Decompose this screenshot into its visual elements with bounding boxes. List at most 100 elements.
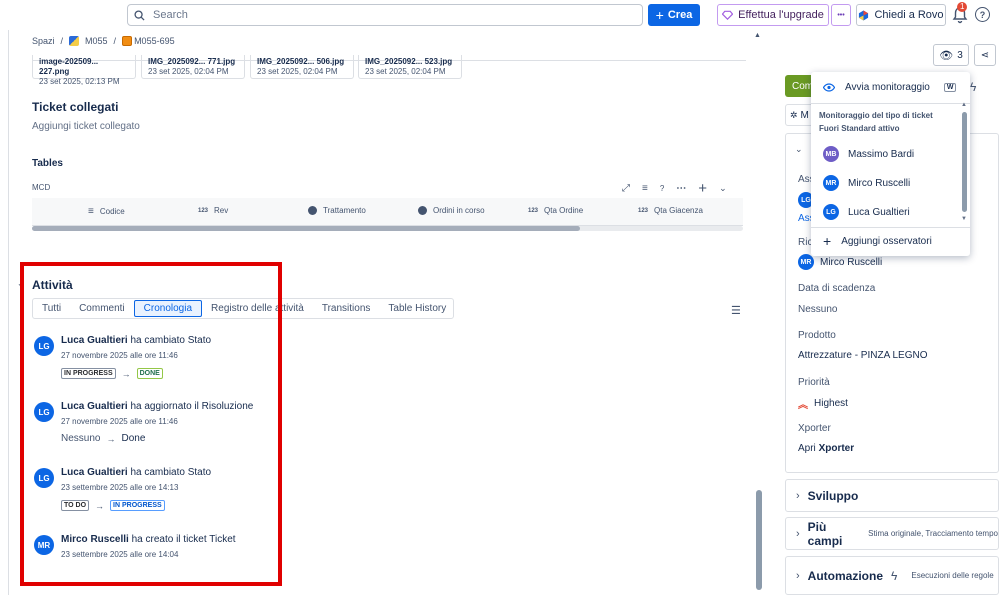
highlight-box bbox=[20, 262, 282, 586]
attachment-card[interactable]: IMG_2025092... 506.jpg 23 set 2025, 02:04… bbox=[250, 55, 354, 79]
chevron-down-icon[interactable]: ⌄ bbox=[795, 144, 803, 155]
main-scroll-up-arrow[interactable]: ▲ bbox=[754, 32, 761, 39]
reporter-name: Mirco Ruscelli bbox=[820, 256, 883, 268]
avatar: LG bbox=[823, 204, 839, 220]
start-watching-item[interactable]: Avvia monitoraggio W bbox=[811, 72, 970, 102]
attachment-card[interactable]: IMG_2025092... 771.jpg 23 set 2025, 02:04… bbox=[141, 55, 245, 79]
project-icon bbox=[69, 36, 80, 46]
help-icon[interactable]: ? bbox=[975, 7, 990, 22]
chevron-down-icon[interactable]: ⌄ bbox=[719, 183, 727, 194]
column-header-trattamento[interactable]: Trattamento bbox=[308, 206, 366, 215]
filter-icon[interactable]: ≡ bbox=[642, 183, 648, 194]
tab-transitions[interactable]: Transitions bbox=[313, 299, 380, 318]
column-header-codice[interactable]: ≡ Codice bbox=[88, 206, 125, 217]
help-small-icon[interactable]: ? bbox=[660, 184, 664, 193]
due-date-value[interactable]: Nessuno bbox=[798, 304, 837, 315]
xporter-value: Xporter bbox=[818, 443, 855, 454]
add-icon[interactable]: + bbox=[698, 180, 707, 197]
column-header-qta-giacenza[interactable]: 123 Qta Giacenza bbox=[638, 206, 703, 215]
lightning-icon[interactable]: ϟ bbox=[970, 80, 976, 94]
tab-table-history[interactable]: Table History bbox=[379, 299, 455, 318]
priority-label: Priorità bbox=[798, 377, 830, 388]
product-label: Prodotto bbox=[798, 330, 836, 341]
column-header-qta-ordine[interactable]: 123 Qta Ordine bbox=[528, 206, 583, 215]
sort-icon[interactable]: ☰ bbox=[731, 304, 741, 317]
watch-button[interactable]: 👁 3 bbox=[933, 44, 969, 66]
help-glyph: ? bbox=[979, 9, 986, 20]
watcher-item[interactable]: LG Luca Gualtieri bbox=[811, 202, 970, 222]
section-subtitle: Stima originale, Tracciamento tempo bbox=[868, 529, 998, 538]
more-dots-icon: ••• bbox=[837, 11, 845, 19]
column-header-ordini[interactable]: Ordini in corso bbox=[418, 206, 485, 215]
plus-icon: + bbox=[655, 7, 664, 23]
dropdown-scroll-down-arrow[interactable]: ▼ bbox=[961, 216, 967, 222]
search-icon bbox=[134, 9, 145, 21]
add-watchers-item[interactable]: + Aggiungi osservatori bbox=[811, 230, 970, 252]
attachment-name: image-202509... 227.png bbox=[39, 57, 99, 76]
breadcrumb-separator: / bbox=[113, 36, 117, 46]
attachment-name: IMG_2025092... 771.jpg bbox=[148, 57, 236, 66]
dropdown-scroll-up-arrow[interactable]: ▲ bbox=[961, 102, 967, 108]
add-watchers-label: Aggiungi osservatori bbox=[841, 235, 932, 247]
avatar-initials: LG bbox=[801, 196, 811, 204]
ask-rovo-button[interactable]: Chiedi a Rovo bbox=[856, 4, 946, 26]
row-label: M bbox=[800, 109, 809, 121]
section-title: Automazione bbox=[807, 568, 884, 583]
column-header-rev[interactable]: 123 Rev bbox=[198, 206, 228, 215]
expand-icon[interactable]: ⤢ bbox=[622, 183, 630, 194]
section-automazione[interactable]: › Automazione ϟ Esecuzioni delle regole bbox=[785, 556, 999, 595]
xporter-link[interactable]: Apri Xporter bbox=[798, 443, 854, 454]
priority-field[interactable]: ︽ Highest bbox=[798, 396, 848, 411]
attachment-name: IMG_2025092... 523.jpg bbox=[365, 57, 453, 66]
search-placeholder: Search bbox=[153, 9, 188, 21]
section-sviluppo[interactable]: › Sviluppo bbox=[785, 479, 999, 512]
breadcrumb-ticket[interactable]: M055-695 bbox=[134, 36, 175, 46]
reporter-avatar: MR bbox=[798, 254, 814, 270]
reporter-field[interactable]: MR Mirco Ruscelli bbox=[798, 254, 882, 270]
status-label: Com bbox=[792, 80, 814, 92]
table-scrollbar-thumb[interactable] bbox=[32, 226, 580, 231]
number-type-icon: 123 bbox=[528, 207, 539, 214]
section-piu-campi[interactable]: › Più campi Stima originale, Tracciamento … bbox=[785, 517, 999, 550]
attachment-card[interactable]: image-202509... 227.png 23 set 2025, 02:1… bbox=[32, 55, 136, 86]
avatar-initials: MR bbox=[825, 179, 837, 187]
breadcrumb-separator: / bbox=[60, 36, 64, 46]
lightning-icon: ϟ bbox=[891, 568, 898, 583]
dropdown-divider bbox=[811, 103, 970, 104]
add-linked-ticket[interactable]: Aggiungi ticket collegato bbox=[32, 121, 140, 132]
attachment-date: 23 set 2025, 02:13 PM bbox=[39, 77, 120, 86]
share-button[interactable]: ⋖ bbox=[974, 44, 996, 66]
chevron-right-icon: › bbox=[796, 569, 800, 582]
search-input[interactable]: Search bbox=[127, 4, 643, 26]
lines-icon: ≡ bbox=[88, 206, 94, 217]
share-icon: ⋖ bbox=[980, 49, 990, 61]
watchers-dropdown: Avvia monitoraggio W Monitoraggio del ti… bbox=[811, 72, 970, 256]
diamond-icon bbox=[722, 10, 734, 20]
watcher-item[interactable]: MB Massimo Bardi bbox=[811, 144, 970, 164]
breadcrumb-project[interactable]: M055 bbox=[85, 36, 108, 46]
product-value[interactable]: Attrezzature - PINZA LEGNO bbox=[798, 350, 927, 361]
chevron-right-icon: › bbox=[796, 527, 800, 540]
more-options-button[interactable]: ••• bbox=[831, 4, 851, 26]
column-label: Rev bbox=[214, 206, 229, 215]
due-date-label: Data di scadenza bbox=[798, 283, 876, 294]
ticket-type-icon bbox=[122, 36, 133, 46]
attachment-card[interactable]: IMG_2025092... 523.jpg 23 set 2025, 02:04… bbox=[358, 55, 462, 79]
breadcrumb: Spazi / M055 / M055-695 bbox=[32, 36, 175, 46]
eye-icon: 👁 bbox=[939, 49, 954, 62]
more-icon[interactable]: ⋯ bbox=[676, 183, 686, 194]
main-scrollbar[interactable] bbox=[756, 490, 762, 590]
sidebar-border bbox=[8, 30, 9, 595]
dropdown-scrollbar[interactable] bbox=[962, 112, 967, 212]
rovo-label: Chiedi a Rovo bbox=[874, 9, 944, 21]
upgrade-button[interactable]: Effettua l'upgrade bbox=[717, 4, 829, 26]
watcher-item[interactable]: MR Mirco Ruscelli bbox=[811, 173, 970, 193]
priority-value: Highest bbox=[814, 398, 848, 409]
watch-count: 3 bbox=[957, 49, 963, 61]
avatar-initials: MR bbox=[800, 258, 812, 266]
section-title: Sviluppo bbox=[807, 488, 859, 503]
breadcrumb-spaces[interactable]: Spazi bbox=[32, 36, 55, 46]
watcher-name: Luca Gualtieri bbox=[848, 206, 910, 218]
attachment-date: 23 set 2025, 02:04 PM bbox=[148, 67, 229, 76]
create-button[interactable]: + Crea bbox=[648, 4, 700, 26]
